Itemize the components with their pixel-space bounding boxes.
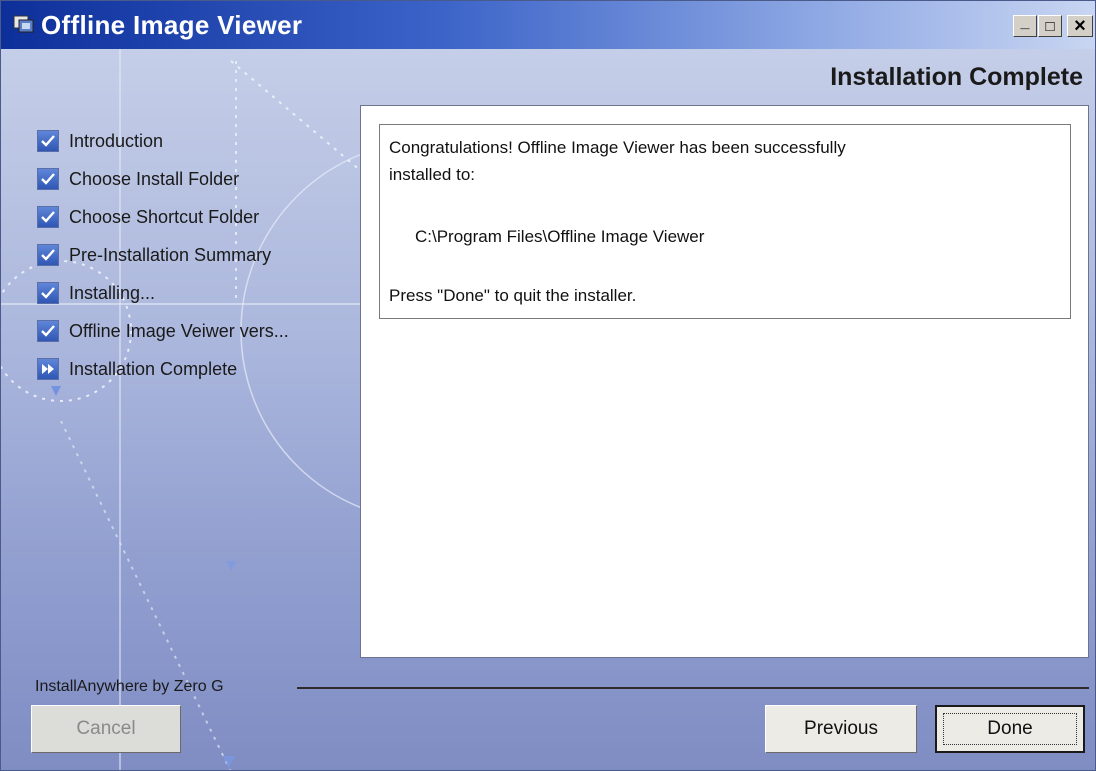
step-pre-installation-summary: Pre-Installation Summary bbox=[37, 236, 289, 274]
close-button[interactable]: × bbox=[1067, 15, 1093, 37]
page-title: Installation Complete bbox=[830, 63, 1083, 91]
app-icon bbox=[13, 15, 34, 33]
step-choose-shortcut-folder: Choose Shortcut Folder bbox=[37, 198, 289, 236]
step-installation-complete: Installation Complete bbox=[37, 350, 289, 388]
content-panel: Congratulations! Offline Image Viewer ha… bbox=[360, 105, 1089, 658]
install-path: C:\Program Files\Offline Image Viewer bbox=[415, 227, 705, 246]
installer-window: Offline Image Viewer _ □ × Installation … bbox=[0, 0, 1096, 771]
step-list: Introduction Choose Install Folder Choos… bbox=[37, 122, 289, 388]
step-label: Installation Complete bbox=[69, 358, 238, 379]
step-installing: Installing... bbox=[37, 274, 289, 312]
step-label: Choose Shortcut Folder bbox=[69, 206, 260, 227]
step-choose-install-folder: Choose Install Folder bbox=[37, 160, 289, 198]
step-label: Introduction bbox=[69, 130, 164, 151]
installed-to-text: installed to: bbox=[389, 165, 475, 184]
instruction-text: Press "Done" to quit the installer. bbox=[389, 286, 637, 305]
done-button[interactable]: Done bbox=[935, 705, 1085, 753]
checkmark-icon bbox=[37, 282, 59, 304]
checkmark-icon bbox=[37, 130, 59, 152]
footer-divider bbox=[297, 687, 1089, 689]
step-offline-image-viewer-version: Offline Image Veiwer vers... bbox=[37, 312, 289, 350]
title-bar[interactable]: Offline Image Viewer _ □ × bbox=[1, 1, 1095, 49]
window-title: Offline Image Viewer bbox=[41, 10, 303, 40]
cancel-button[interactable]: Cancel bbox=[31, 705, 181, 753]
maximize-button[interactable]: □ bbox=[1038, 15, 1062, 37]
checkmark-icon bbox=[37, 168, 59, 190]
checkmark-icon bbox=[37, 244, 59, 266]
installer-brand: InstallAnywhere by Zero G bbox=[35, 678, 224, 695]
step-label: Installing... bbox=[69, 282, 156, 303]
step-label: Pre-Installation Summary bbox=[69, 244, 272, 265]
focus-indicator bbox=[943, 713, 1077, 745]
message-box: Congratulations! Offline Image Viewer ha… bbox=[379, 124, 1071, 319]
fast-forward-icon bbox=[37, 358, 59, 380]
previous-button[interactable]: Previous bbox=[765, 705, 917, 753]
checkmark-icon bbox=[37, 206, 59, 228]
step-introduction: Introduction bbox=[37, 122, 289, 160]
minimize-button[interactable]: _ bbox=[1013, 14, 1037, 37]
close-icon: × bbox=[1074, 14, 1086, 37]
step-label: Choose Install Folder bbox=[69, 168, 240, 189]
minimize-icon: _ bbox=[1020, 14, 1030, 31]
step-label: Offline Image Veiwer vers... bbox=[69, 320, 289, 341]
checkmark-icon bbox=[37, 320, 59, 342]
maximize-icon: □ bbox=[1045, 17, 1055, 35]
congratulations-text: Congratulations! Offline Image Viewer ha… bbox=[389, 138, 846, 157]
